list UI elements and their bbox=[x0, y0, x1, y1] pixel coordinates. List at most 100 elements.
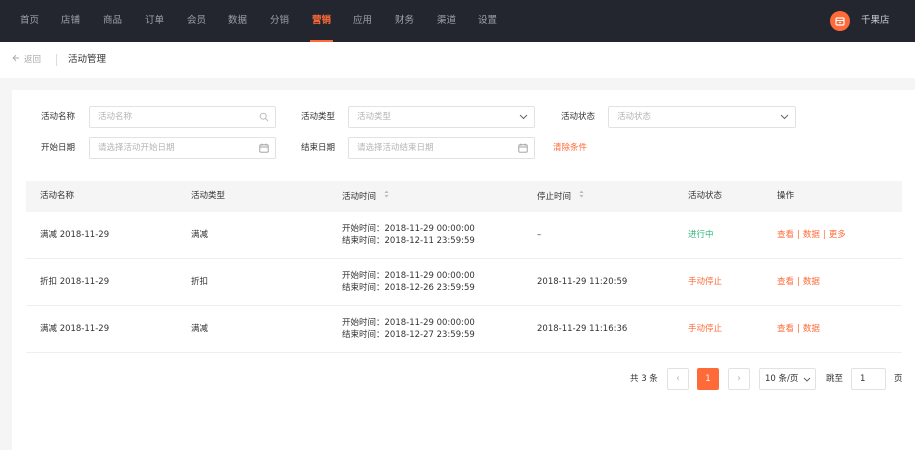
col-header-ops: 操作 bbox=[777, 191, 795, 201]
calendar-icon bbox=[518, 138, 528, 158]
table-row: 满减 2018-11-29 满减 开始时间：2018-11-29 00:00:0… bbox=[26, 306, 902, 353]
store-icon bbox=[835, 17, 845, 26]
cell-ops: 查看 | 数据 bbox=[777, 306, 820, 353]
op-separator: | bbox=[797, 277, 800, 287]
header-divider bbox=[56, 54, 57, 66]
content-card: 活动名称 活动名称 活动类型 活动类型 活动状态 活动状态 开始日期 请选择活动… bbox=[12, 90, 915, 450]
table-row: 满减 2018-11-29 满减 开始时间：2018-11-29 00:00:0… bbox=[26, 212, 902, 259]
more-link[interactable]: 更多 bbox=[829, 230, 846, 240]
cell-type: 满减 bbox=[191, 324, 209, 334]
chevron-down-icon bbox=[803, 369, 811, 389]
cell-start-time: 开始时间：2018-11-29 00:00:00 bbox=[342, 271, 475, 281]
nav-item-orders[interactable]: 订单 bbox=[145, 0, 164, 42]
op-separator: | bbox=[797, 230, 800, 240]
page-button-current[interactable]: 1 bbox=[697, 368, 719, 390]
cell-status: 手动停止 bbox=[688, 277, 723, 287]
view-link[interactable]: 查看 bbox=[777, 277, 794, 287]
data-link[interactable]: 数据 bbox=[803, 230, 820, 240]
nav-item-settings[interactable]: 设置 bbox=[478, 0, 497, 42]
nav-item-finance[interactable]: 财务 bbox=[395, 0, 414, 42]
nav-item-home[interactable]: 首页 bbox=[20, 0, 39, 42]
activity-type-label: 活动类型 bbox=[301, 112, 336, 122]
cell-status: 手动停止 bbox=[688, 324, 723, 334]
activity-name-label: 活动名称 bbox=[41, 112, 76, 122]
cell-stop-time: 2018-11-29 11:20:59 bbox=[537, 277, 628, 287]
pagination-total: 共 3 条 bbox=[630, 374, 658, 384]
cell-stop-time: 2018-11-29 11:16:36 bbox=[537, 324, 628, 334]
page-title: 活动管理 bbox=[68, 54, 107, 65]
activity-status-select[interactable]: 活动状态 bbox=[608, 106, 796, 128]
nav-item-members[interactable]: 会员 bbox=[187, 0, 206, 42]
end-date-placeholder: 请选择活动结束日期 bbox=[357, 143, 434, 153]
cell-end-time: 结束时间：2018-12-11 23:59:59 bbox=[342, 236, 475, 246]
col-header-time[interactable]: 活动时间 bbox=[342, 181, 389, 213]
col-header-name: 活动名称 bbox=[40, 191, 75, 201]
cell-end-time: 结束时间：2018-12-26 23:59:59 bbox=[342, 283, 475, 293]
nav-item-goods[interactable]: 商品 bbox=[103, 0, 122, 42]
sub-header: 返回 活动管理 bbox=[0, 42, 915, 78]
view-link[interactable]: 查看 bbox=[777, 324, 794, 334]
col-header-type: 活动类型 bbox=[191, 191, 226, 201]
chevron-down-icon bbox=[519, 107, 528, 127]
nav-item-store[interactable]: 店铺 bbox=[61, 0, 80, 42]
cell-status: 进行中 bbox=[688, 230, 714, 240]
chevron-down-icon bbox=[780, 107, 789, 127]
nav-item-marketing[interactable]: 营销 bbox=[309, 0, 334, 42]
clear-filters-link[interactable]: 清除条件 bbox=[553, 137, 587, 159]
col-header-stop[interactable]: 停止时间 bbox=[537, 181, 584, 213]
activity-type-placeholder: 活动类型 bbox=[357, 112, 392, 122]
cell-end-time: 结束时间：2018-12-27 23:59:59 bbox=[342, 330, 475, 340]
end-date-input[interactable]: 请选择活动结束日期 bbox=[348, 137, 535, 159]
activity-status-placeholder: 活动状态 bbox=[617, 112, 652, 122]
nav-item-data[interactable]: 数据 bbox=[228, 0, 247, 42]
nav-item-distribution[interactable]: 分销 bbox=[270, 0, 289, 42]
chevron-left-icon: ‹ bbox=[676, 373, 680, 384]
cell-type: 折扣 bbox=[191, 277, 209, 287]
activity-type-select[interactable]: 活动类型 bbox=[348, 106, 535, 128]
col-header-time-label: 活动时间 bbox=[342, 192, 377, 202]
cell-time: 开始时间：2018-11-29 00:00:00 结束时间：2018-12-27… bbox=[342, 317, 475, 341]
prev-page-button[interactable]: ‹ bbox=[667, 368, 689, 390]
page-size-select[interactable]: 10 条/页 bbox=[759, 368, 816, 390]
start-date-label: 开始日期 bbox=[41, 143, 76, 153]
cell-type: 满减 bbox=[191, 230, 209, 240]
sort-icon[interactable] bbox=[384, 181, 389, 212]
data-link[interactable]: 数据 bbox=[803, 277, 820, 287]
col-header-status: 活动状态 bbox=[688, 191, 723, 201]
jump-page-input[interactable]: 1 bbox=[851, 368, 886, 390]
search-icon bbox=[259, 107, 269, 127]
back-button[interactable]: 返回 bbox=[12, 42, 41, 78]
op-separator: | bbox=[797, 324, 800, 334]
col-header-stop-label: 停止时间 bbox=[537, 192, 572, 202]
sort-icon[interactable] bbox=[579, 181, 584, 212]
store-name[interactable]: 千果店 bbox=[861, 0, 890, 42]
nav-item-apps[interactable]: 应用 bbox=[353, 0, 372, 42]
activity-status-label: 活动状态 bbox=[561, 112, 596, 122]
cell-stop-time: – bbox=[537, 230, 542, 240]
top-nav: 首页 店铺 商品 订单 会员 数据 分销 营销 应用 财务 渠道 设置 千果店 bbox=[0, 0, 915, 42]
back-label: 返回 bbox=[24, 55, 42, 65]
cell-start-time: 开始时间：2018-11-29 00:00:00 bbox=[342, 224, 475, 234]
view-link[interactable]: 查看 bbox=[777, 230, 794, 240]
activity-name-placeholder: 活动名称 bbox=[98, 112, 133, 122]
start-date-input[interactable]: 请选择活动开始日期 bbox=[89, 137, 276, 159]
data-link[interactable]: 数据 bbox=[803, 324, 820, 334]
cell-name: 满减 2018-11-29 bbox=[40, 230, 110, 240]
jump-label: 跳至 bbox=[826, 374, 844, 384]
store-avatar[interactable] bbox=[830, 11, 850, 31]
cell-ops: 查看 | 数据 bbox=[777, 259, 820, 306]
arrow-left-icon bbox=[12, 42, 20, 78]
next-page-button[interactable]: › bbox=[728, 368, 750, 390]
nav-item-channels[interactable]: 渠道 bbox=[437, 0, 456, 42]
op-separator: | bbox=[822, 230, 826, 240]
cell-time: 开始时间：2018-11-29 00:00:00 结束时间：2018-12-26… bbox=[342, 270, 475, 294]
activity-name-input[interactable]: 活动名称 bbox=[89, 106, 276, 128]
table-header: 活动名称 活动类型 活动时间 停止时间 活动状态 操作 bbox=[26, 181, 902, 212]
page-size-value: 10 条/页 bbox=[765, 374, 799, 384]
cell-name: 折扣 2018-11-29 bbox=[40, 277, 110, 287]
end-date-label: 结束日期 bbox=[301, 143, 336, 153]
chevron-right-icon: › bbox=[737, 373, 741, 384]
start-date-placeholder: 请选择活动开始日期 bbox=[98, 143, 175, 153]
cell-name: 满减 2018-11-29 bbox=[40, 324, 110, 334]
cell-ops: 查看 | 数据 | 更多 bbox=[777, 212, 846, 259]
